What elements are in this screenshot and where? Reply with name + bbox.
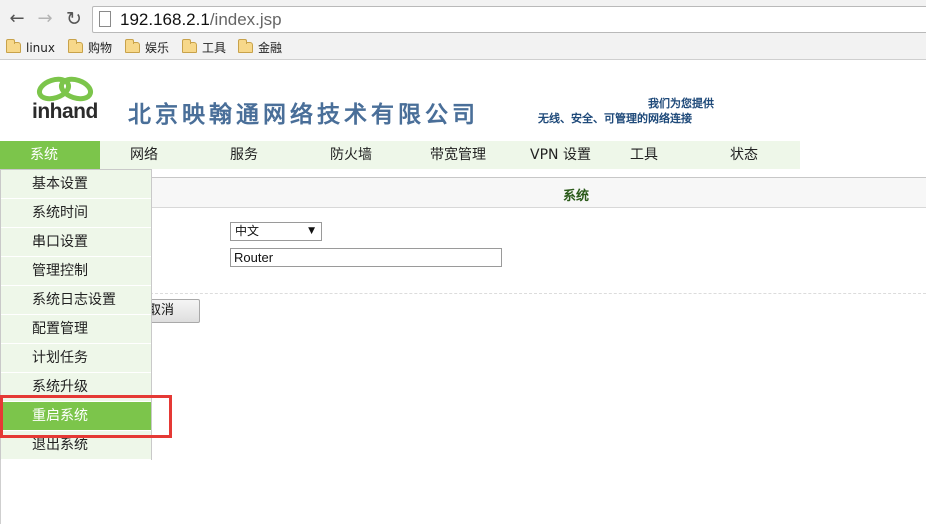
- submenu-system-time[interactable]: 系统时间: [1, 199, 151, 228]
- slogan-line-2: 无线、安全、可管理的网络连接: [538, 112, 692, 125]
- nav-firewall[interactable]: 防火墙: [300, 141, 400, 169]
- back-arrow-icon[interactable]: ←: [6, 8, 28, 30]
- inhand-logo: inhand: [32, 76, 104, 126]
- reload-icon[interactable]: ↻: [63, 8, 85, 30]
- bookmark-tools[interactable]: 工具: [182, 39, 226, 57]
- bookmark-entertainment[interactable]: 娱乐: [125, 39, 169, 57]
- submenu-scheduled-tasks[interactable]: 计划任务: [1, 344, 151, 373]
- forward-arrow-icon[interactable]: →: [34, 8, 56, 30]
- nav-status[interactable]: 状态: [700, 141, 800, 169]
- slogan-line-1: 我们为您提供: [648, 97, 714, 110]
- dropdown-arrow-icon: ▼: [308, 226, 315, 236]
- bookmark-finance[interactable]: 金融: [238, 39, 282, 57]
- submenu-serial-settings[interactable]: 串口设置: [1, 228, 151, 257]
- language-select[interactable]: 中文 ▼: [230, 222, 322, 241]
- submenu-config-management[interactable]: 配置管理: [1, 315, 151, 344]
- section-title: 系统: [563, 189, 590, 204]
- annotation-highlight-box: [0, 395, 172, 438]
- folder-icon: [125, 39, 140, 53]
- section-title-bar: 系统: [150, 178, 926, 208]
- submenu-admin-control[interactable]: 管理控制: [1, 257, 151, 286]
- address-bar[interactable]: 192.168.2.1/index.jsp: [92, 6, 926, 33]
- nav-system[interactable]: 系统: [0, 141, 100, 169]
- page-border: [0, 460, 1, 524]
- folder-icon: [182, 39, 197, 53]
- hostname-value: Router: [234, 250, 274, 265]
- folder-icon: [6, 39, 21, 53]
- nav-network[interactable]: 网络: [100, 141, 200, 169]
- hostname-input[interactable]: Router: [230, 248, 502, 267]
- folder-icon: [238, 39, 253, 53]
- logo-mark-icon: [36, 76, 94, 102]
- url-text[interactable]: 192.168.2.1/index.jsp: [120, 10, 282, 30]
- url-path: /index.jsp: [209, 10, 282, 29]
- bookmark-linux[interactable]: linux: [6, 39, 55, 57]
- browser-toolbar: ← → ↻ 192.168.2.1/index.jsp: [0, 0, 926, 36]
- page-icon: [99, 11, 111, 27]
- bookmarks-bar: linux 购物 娱乐 工具 金融: [0, 36, 926, 60]
- submenu-basic-settings[interactable]: 基本设置: [1, 170, 151, 199]
- language-value: 中文: [235, 224, 260, 238]
- submenu-syslog-settings[interactable]: 系统日志设置: [1, 286, 151, 315]
- main-nav: 系统 网络 服务 防火墙 带宽管理 VPN 设置 工具 状态: [0, 141, 800, 169]
- bookmark-shopping[interactable]: 购物: [68, 39, 112, 57]
- company-name: 北京映翰通网络技术有限公司: [128, 101, 479, 128]
- nav-tools[interactable]: 工具: [600, 141, 700, 169]
- nav-vpn[interactable]: VPN 设置: [500, 141, 600, 169]
- url-host: 192.168.2.1: [120, 10, 210, 29]
- nav-services[interactable]: 服务: [200, 141, 300, 169]
- logo-text: inhand: [32, 100, 98, 123]
- form-separator: [150, 293, 926, 294]
- nav-bandwidth[interactable]: 带宽管理: [400, 141, 500, 169]
- folder-icon: [68, 39, 83, 53]
